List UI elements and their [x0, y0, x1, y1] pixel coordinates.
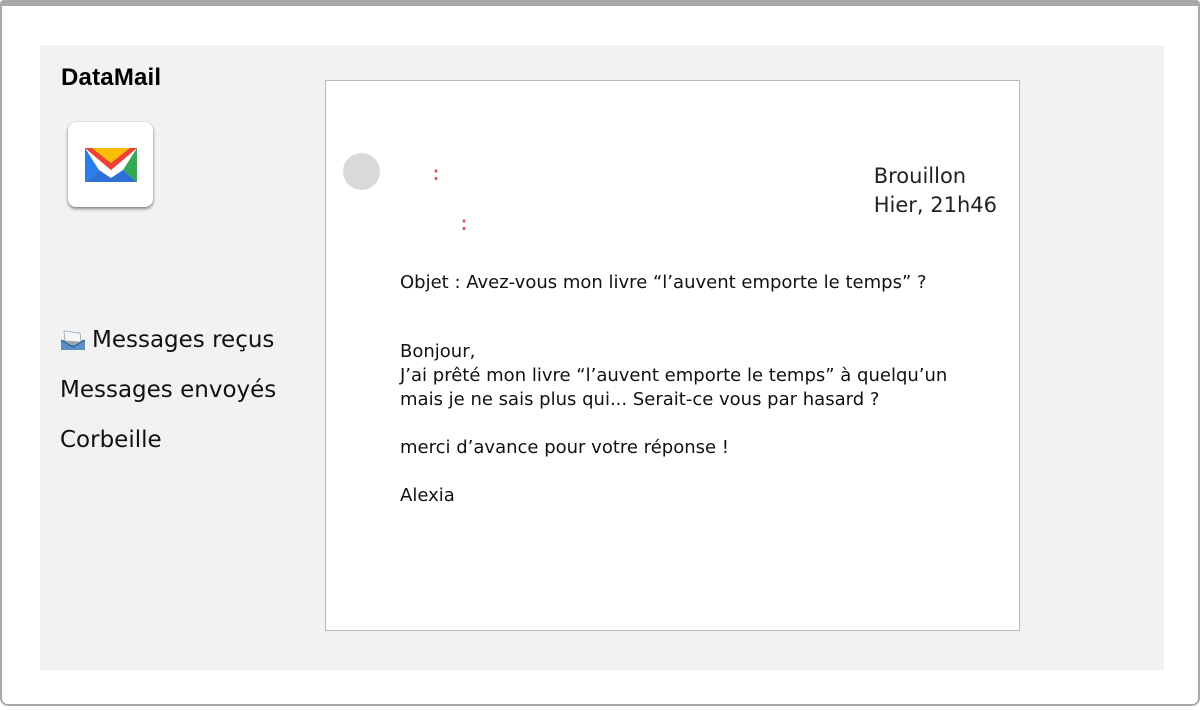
email-view: : : Brouillon Hier, 21h46 Objet : Avez-v… — [325, 80, 1020, 631]
envelope-logo-graphic — [84, 147, 137, 182]
email-body-line: mais je ne sais plus qui... Serait-ce vo… — [400, 389, 880, 410]
email-greeting: Bonjour, — [400, 341, 476, 362]
sidebar-item-sent[interactable]: Messages envoyés — [60, 365, 276, 415]
draft-status: Brouillon — [873, 164, 967, 188]
email-subject: Objet : Avez-vous mon livre “l’auvent em… — [400, 272, 927, 293]
app-brand: DataMail — [61, 64, 162, 91]
avatar — [343, 153, 380, 190]
sender-separator: : — [430, 161, 443, 185]
email-body-line: merci d’avance pour votre réponse ! — [400, 437, 730, 458]
sidebar-item-label: Corbeille — [60, 427, 162, 453]
envelope-icon[interactable] — [68, 122, 153, 207]
email-body-line: J’ai prêté mon livre “l’auvent emporte l… — [400, 365, 948, 386]
sidebar-item-label: Messages reçus — [92, 327, 275, 353]
email-body: Bonjour, J’ai prêté mon livre “l’auvent … — [400, 340, 1000, 508]
recipient-separator: : — [458, 211, 471, 235]
email-signature: Alexia — [400, 485, 455, 506]
sidebar-item-inbox[interactable]: Messages reçus — [60, 315, 276, 365]
email-date: Hier, 21h46 — [873, 193, 997, 217]
sidebar-item-trash[interactable]: Corbeille — [60, 415, 276, 465]
sidebar-nav: Messages reçus Messages envoyés Corbeill… — [60, 315, 276, 465]
email-status-block: Brouillon Hier, 21h46 — [874, 162, 997, 220]
inbox-icon — [60, 328, 86, 352]
sidebar-item-label: Messages envoyés — [60, 377, 277, 403]
